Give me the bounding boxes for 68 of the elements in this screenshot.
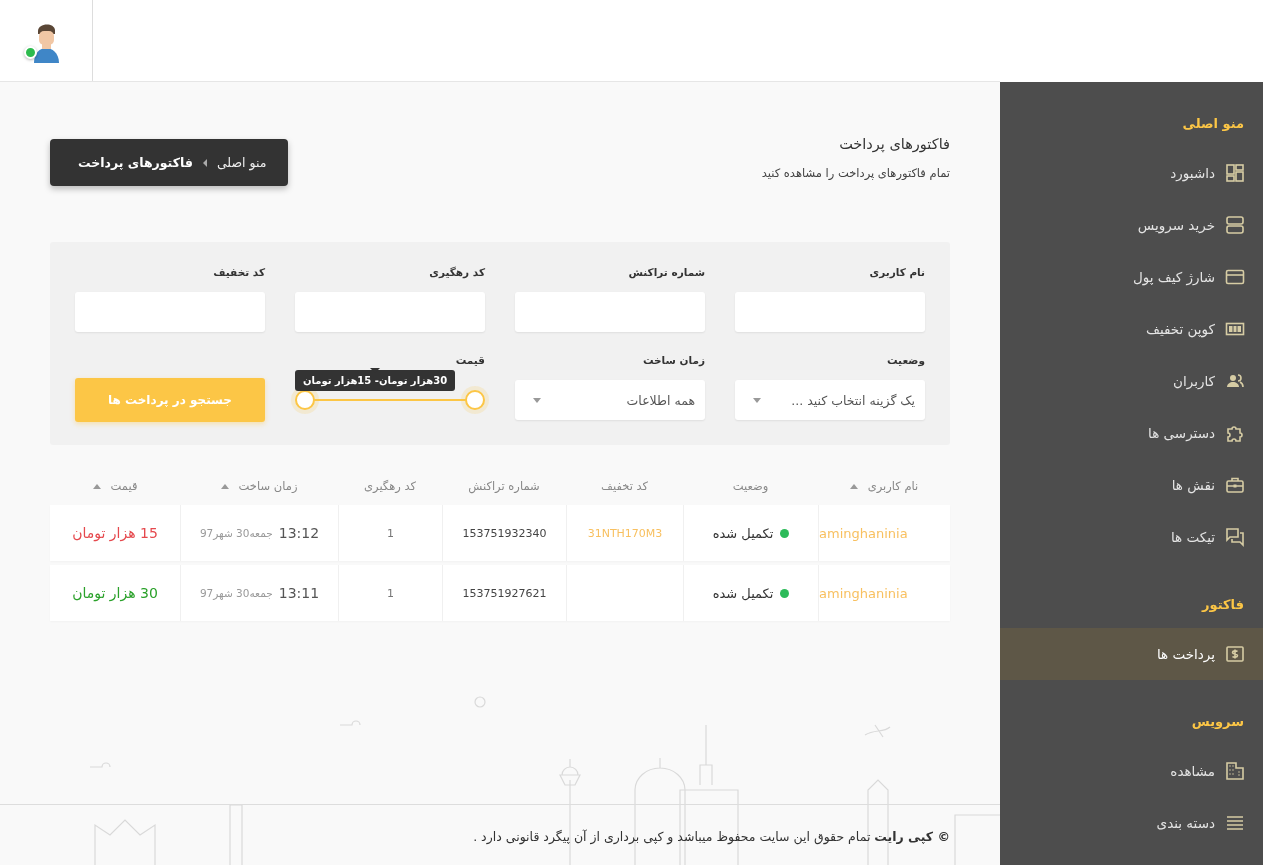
sidebar-item[interactable]: مشاهده bbox=[1000, 745, 1263, 797]
table-cell: 31NTH170M3 bbox=[587, 526, 663, 540]
column-header[interactable]: زمان ساخت bbox=[238, 479, 298, 493]
field-label: وضعیت bbox=[887, 354, 925, 366]
section-title: فاکتور bbox=[1200, 597, 1245, 612]
table-cell: 1 bbox=[387, 586, 394, 600]
column-header: کد تخفیف bbox=[601, 479, 648, 493]
time-text: 13:11 bbox=[278, 585, 320, 601]
caret-icon bbox=[533, 397, 541, 403]
building-icon bbox=[1225, 761, 1245, 781]
server-icon bbox=[1225, 215, 1245, 235]
column-header: کد رهگیری bbox=[364, 479, 416, 493]
sort-arrow-icon[interactable] bbox=[849, 483, 858, 489]
table-cell: 153751932340 bbox=[462, 526, 547, 540]
input-field[interactable] bbox=[295, 292, 485, 332]
sidebar-item[interactable]: نقش ها bbox=[1000, 459, 1263, 511]
dashboard-icon bbox=[1225, 163, 1245, 183]
input-field[interactable] bbox=[75, 292, 265, 332]
field-label: کد رهگیری bbox=[429, 266, 485, 278]
section-title: منو اصلی bbox=[1181, 116, 1245, 131]
sidebar-item[interactable]: خرید سرویس bbox=[1000, 199, 1263, 251]
status-text: تکمیل شده bbox=[712, 585, 774, 601]
table-cell: 1 bbox=[387, 526, 394, 540]
breadcrumb-link[interactable]: منو اصلی bbox=[216, 155, 267, 170]
sidebar-item[interactable]: دسته بندی bbox=[1000, 797, 1263, 849]
date-text: جمعه30 شهر97 bbox=[199, 587, 273, 599]
sidebar-item[interactable]: پرداخت ها bbox=[1000, 628, 1263, 680]
column-header: شماره تراکنش bbox=[468, 479, 540, 493]
copyright-text: © کپی رایت تمام حقوق این سایت محفوظ میباشد و کپی برداری از آن پیگرد قانونی دارد . bbox=[472, 829, 950, 844]
chevron-icon bbox=[202, 158, 207, 167]
field-label: زمان ساخت bbox=[642, 354, 705, 366]
select-field[interactable]: همه اطلاعات bbox=[515, 380, 705, 420]
price-text: 15 هزار تومان bbox=[72, 525, 158, 541]
field-label: کد تخفیف bbox=[213, 266, 265, 278]
sidebar-item[interactable]: شارژ کیف پول bbox=[1000, 251, 1263, 303]
section-title: سرویس bbox=[1190, 714, 1245, 729]
select-field[interactable]: یک گزینه انتخاب کنید ... bbox=[735, 380, 925, 420]
puzzle-icon bbox=[1225, 423, 1245, 443]
sidebar-item[interactable]: دسترسی ها bbox=[1000, 407, 1263, 459]
card-icon bbox=[1225, 267, 1245, 287]
time-text: 13:12 bbox=[278, 525, 320, 541]
page-title: فاکتورهای پرداخت bbox=[838, 136, 950, 152]
table-cell: 153751927621 bbox=[462, 586, 547, 600]
field-label: نام کاربری bbox=[869, 266, 925, 278]
input-field[interactable] bbox=[735, 292, 925, 332]
sidebar-item[interactable]: کوپن تخفیف bbox=[1000, 303, 1263, 355]
sort-arrow-icon[interactable] bbox=[92, 483, 101, 489]
page-subtitle: تمام فاکتورهای پرداخت را مشاهده کنید bbox=[761, 166, 950, 180]
caret-icon bbox=[753, 397, 761, 403]
sidebar-item[interactable]: تیکت ها bbox=[1000, 511, 1263, 563]
input-field[interactable] bbox=[515, 292, 705, 332]
status-text: تکمیل شده bbox=[712, 525, 774, 541]
column-header: وضعیت bbox=[732, 479, 769, 493]
field-label: شماره تراکنش bbox=[628, 266, 705, 278]
briefcase-icon bbox=[1225, 475, 1245, 495]
sort-arrow-icon[interactable] bbox=[220, 483, 229, 489]
date-text: جمعه30 شهر97 bbox=[199, 527, 273, 539]
price-text: 30 هزار تومان bbox=[72, 585, 158, 601]
list-icon bbox=[1225, 813, 1245, 833]
field-label: قیمت bbox=[455, 354, 485, 366]
sidebar-item[interactable]: داشبورد bbox=[1000, 147, 1263, 199]
chat-icon bbox=[1225, 527, 1245, 547]
value-tooltip: 30هزار تومان- 15هزار تومان bbox=[295, 370, 456, 391]
column-header[interactable]: قیمت bbox=[110, 479, 138, 493]
cash-icon bbox=[1225, 644, 1245, 664]
column-header[interactable]: نام کاربری bbox=[867, 479, 919, 493]
sidebar-item[interactable]: کاربران bbox=[1000, 355, 1263, 407]
breadcrumb-link[interactable]: فاکتورهای پرداخت bbox=[78, 155, 193, 170]
